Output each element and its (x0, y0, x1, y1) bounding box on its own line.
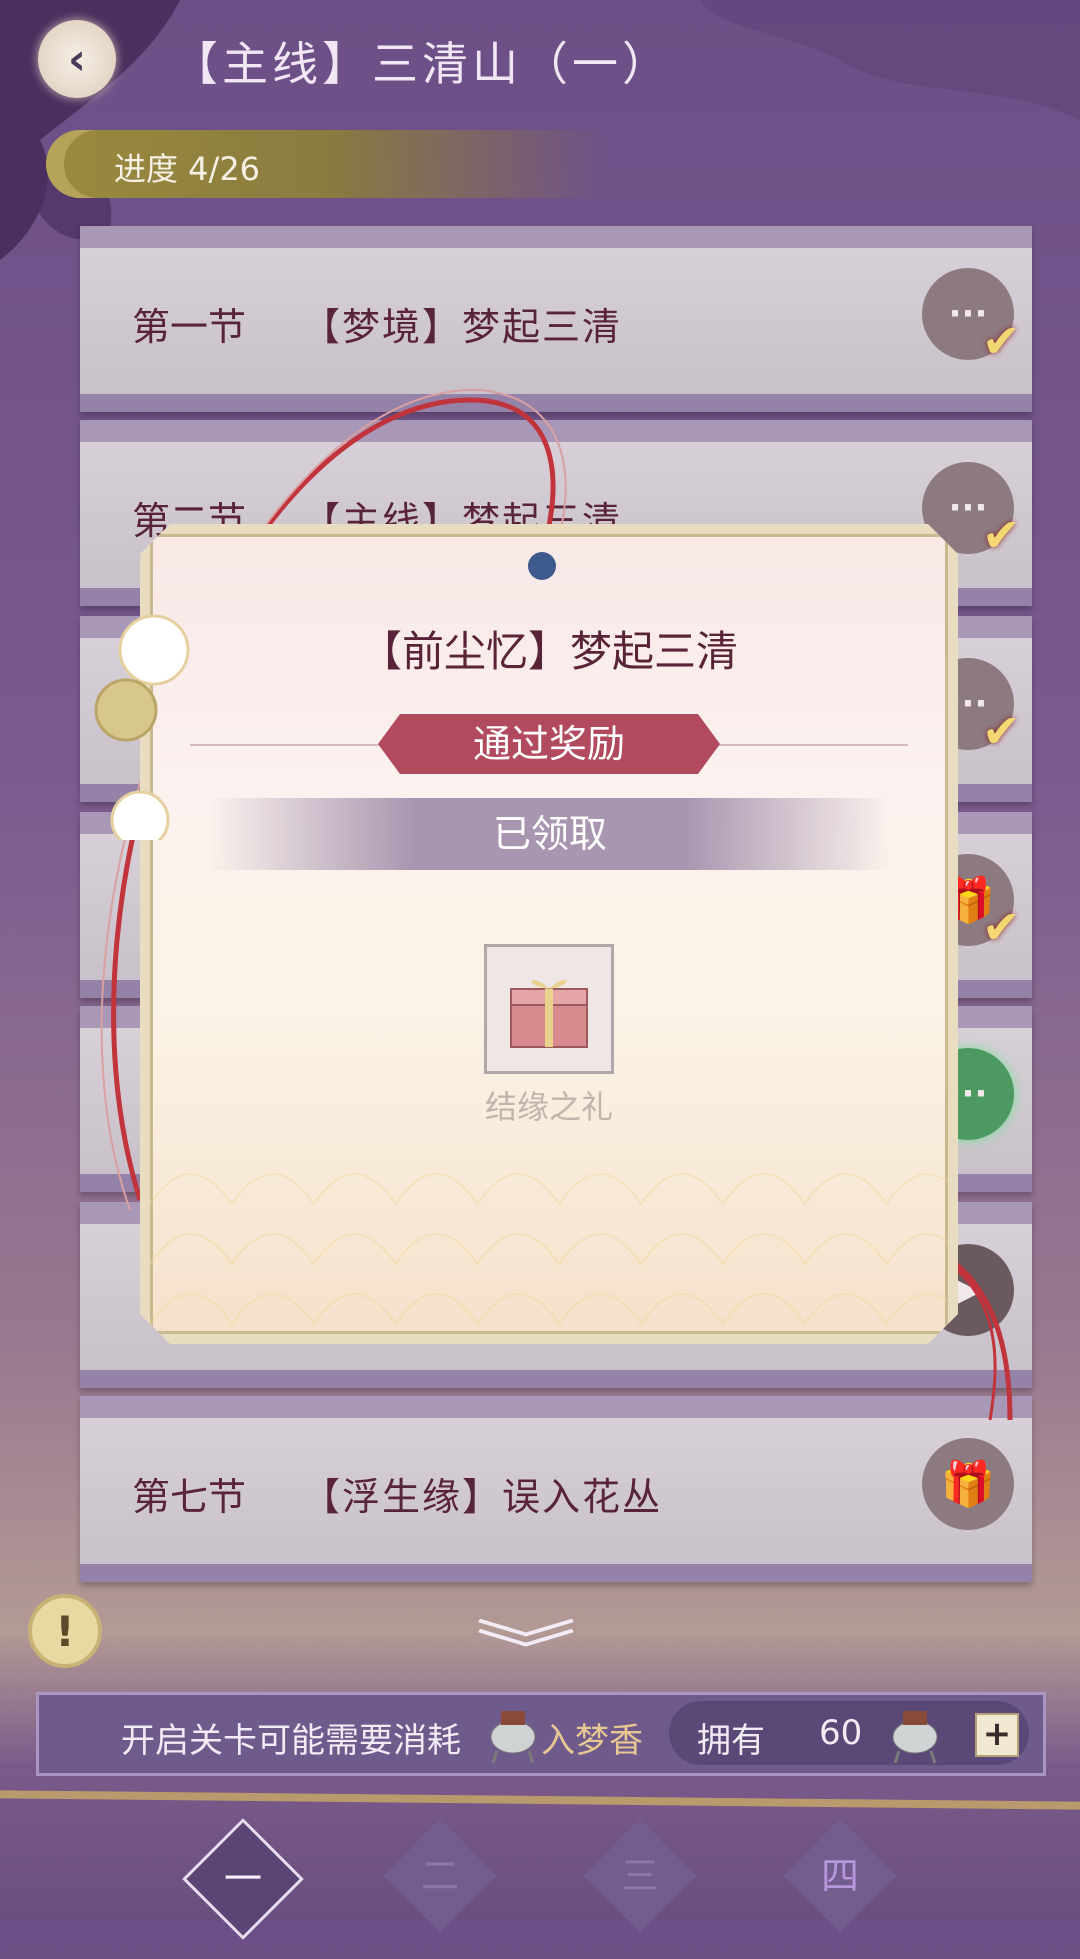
claimed-check-icon: ✔ (982, 314, 1021, 368)
warning-button[interactable]: ! (28, 1594, 102, 1668)
info-text: 开启关卡可能需要消耗 (121, 1721, 461, 1761)
tab-label: 二 (420, 1854, 459, 1898)
tab-label: 三 (620, 1854, 659, 1898)
reward-dialog: 【前尘忆】梦起三清 通过奖励 已领取 结缘之礼 (140, 524, 958, 1344)
owned-count: 60 (819, 1713, 863, 1753)
section-label: 第七节 (132, 1475, 247, 1519)
back-button[interactable]: ‹ (38, 20, 116, 98)
wave-pattern (150, 1084, 948, 1334)
tab-2[interactable]: 二 (383, 1819, 497, 1933)
section-label: 第一节 (132, 305, 247, 349)
incense-burner-icon (892, 1711, 938, 1764)
tab-3[interactable]: 三 (583, 1819, 697, 1933)
add-incense-button[interactable]: + (975, 1713, 1019, 1757)
section-name: 【浮生缘】误入花丛 (302, 1475, 663, 1519)
reward-item[interactable] (484, 944, 614, 1074)
tab-1[interactable]: 一 (182, 1818, 304, 1940)
owned-pill: 拥有 60 + (669, 1701, 1029, 1765)
owned-label: 拥有 (697, 1721, 765, 1761)
section-name: 【梦境】梦起三清 (302, 305, 623, 349)
incense-name: 入梦香 (541, 1721, 643, 1761)
stamina-info-bar: 开启关卡可能需要消耗 入梦香 拥有 60 + (36, 1692, 1046, 1776)
divider (0, 1790, 1080, 1810)
claimed-status: 已领取 (210, 798, 890, 870)
progress-bar: 进度 4/26 (46, 130, 606, 198)
incense-burner-icon (490, 1711, 536, 1764)
flower-decoration (94, 614, 190, 840)
tab-label: 四 (820, 1854, 859, 1898)
dialog-title: 【前尘忆】梦起三清 (359, 627, 738, 676)
page-title: 【主线】三清山（一） (172, 37, 672, 91)
gift-box-icon (501, 961, 597, 1057)
dialog-pin (528, 552, 556, 580)
tab-label: 一 (223, 1857, 262, 1901)
tab-4[interactable]: 四 (783, 1819, 897, 1933)
gift-icon[interactable]: 🎁 (922, 1438, 1014, 1530)
reward-banner: 通过奖励 (378, 714, 720, 774)
chevron-down-icon[interactable]: ︾ (475, 1600, 577, 1692)
progress-label: 进度 4/26 (114, 150, 261, 188)
